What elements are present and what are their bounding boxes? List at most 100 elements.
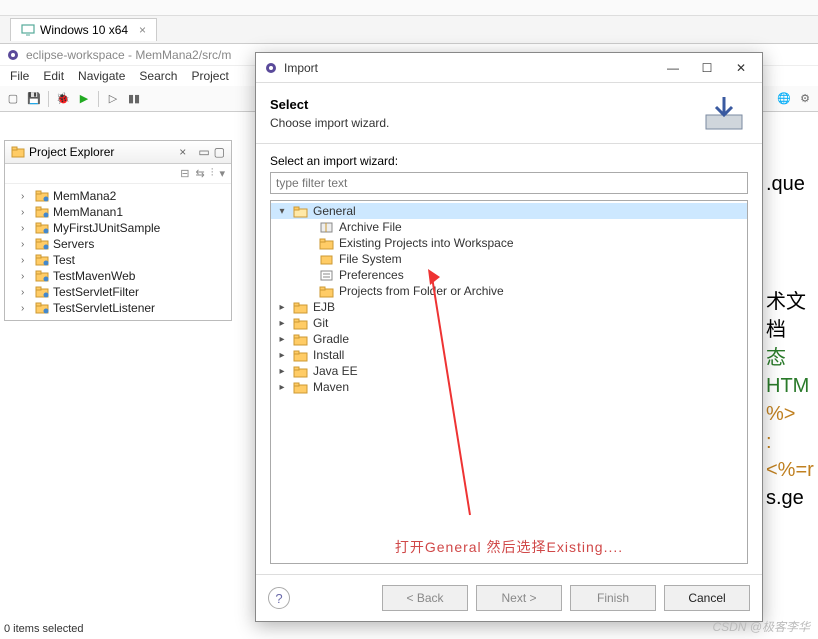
back-button[interactable]: < Back — [382, 585, 468, 611]
tree-item[interactable]: ▸Install — [271, 347, 747, 363]
run2-icon[interactable]: ▷ — [104, 90, 122, 108]
tree-item[interactable]: Projects from Folder or Archive — [271, 283, 747, 299]
project-icon — [35, 238, 49, 250]
filter-icon[interactable]: ⫶ — [211, 167, 214, 180]
project-icon — [35, 302, 49, 314]
filesystem-icon — [319, 253, 335, 266]
eclipse-icon — [264, 61, 278, 75]
eclipse-icon — [6, 48, 20, 62]
folder-icon — [293, 333, 309, 346]
cancel-button[interactable]: Cancel — [664, 585, 750, 611]
maximize-icon[interactable]: ▢ — [214, 145, 225, 159]
code-line: .que — [766, 170, 818, 198]
project-item[interactable]: › MemMana2 — [7, 188, 229, 204]
folder-icon — [293, 365, 309, 378]
tree-label: Existing Projects into Workspace — [339, 236, 514, 250]
project-item[interactable]: ›TestMavenWeb — [7, 268, 229, 284]
dialog-body: Select an import wizard: ▾GeneralArchive… — [256, 144, 762, 574]
filter-input[interactable] — [270, 172, 748, 194]
close-icon[interactable]: × — [179, 145, 186, 159]
project-label: MyFirstJUnitSample — [53, 221, 160, 235]
tree-label: EJB — [313, 300, 335, 314]
project-explorer-tab[interactable]: Project Explorer × ▭ ▢ — [5, 141, 231, 164]
stop-icon[interactable]: ▮▮ — [125, 90, 143, 108]
project-item[interactable]: ›Test — [7, 252, 229, 268]
project-item[interactable]: ›Servers — [7, 236, 229, 252]
close-icon[interactable]: × — [139, 23, 146, 37]
project-icon — [35, 270, 49, 282]
project-explorer-title: Project Explorer — [29, 145, 175, 159]
import-icon — [700, 93, 748, 133]
link-icon[interactable]: ⇆ — [196, 167, 205, 180]
code-line: s.ge — [766, 484, 818, 512]
tree-item[interactable]: Existing Projects into Workspace — [271, 235, 747, 251]
help-button[interactable]: ? — [268, 587, 290, 609]
chevron-right-icon: › — [21, 191, 31, 202]
vm-tab[interactable]: Windows 10 x64 × — [10, 18, 157, 41]
project-icon — [35, 254, 49, 266]
minimize-icon[interactable]: ▭ — [198, 145, 209, 159]
menu-navigate[interactable]: Navigate — [72, 67, 131, 85]
tree-item[interactable]: ▸Java EE — [271, 363, 747, 379]
dialog-titlebar[interactable]: Import — ☐ ✕ — [256, 53, 762, 83]
tree-item[interactable]: ▾General — [271, 203, 747, 219]
collapse-icon[interactable]: ⊟ — [180, 167, 189, 180]
menu-project[interactable]: Project — [185, 67, 234, 85]
tree-label: Gradle — [313, 332, 349, 346]
project-item[interactable]: ›TestServletListener — [7, 300, 229, 316]
project-item[interactable]: ›TestServletFilter — [7, 284, 229, 300]
tree-item[interactable]: ▸Git — [271, 315, 747, 331]
project-icon — [35, 286, 49, 298]
tree-item[interactable]: Preferences — [271, 267, 747, 283]
project-item[interactable]: ›MemManan1 — [7, 204, 229, 220]
perspective2-icon[interactable]: ⚙ — [796, 90, 814, 108]
project-icon — [35, 206, 49, 218]
maximize-button[interactable]: ☐ — [690, 56, 724, 80]
dialog-footer: ? < Back Next > Finish Cancel — [256, 574, 762, 621]
new-icon[interactable]: ▢ — [4, 90, 22, 108]
chevron-right-icon: › — [21, 303, 31, 314]
watermark: CSDN @极客李华 — [712, 618, 810, 635]
project-label: TestServletFilter — [53, 285, 139, 299]
tree-label: Preferences — [339, 268, 404, 282]
tree-item[interactable]: ▸ Gradle — [271, 331, 747, 347]
tree-item[interactable]: File System — [271, 251, 747, 267]
archive-icon — [319, 221, 335, 234]
folder-icon — [319, 285, 335, 298]
tree-label: Maven — [313, 380, 349, 394]
chevron-right-icon: ▸ — [275, 334, 289, 345]
next-button[interactable]: Next > — [476, 585, 562, 611]
tree-item[interactable]: ▸Maven — [271, 379, 747, 395]
debug-icon[interactable]: 🐞 — [54, 90, 72, 108]
project-tree[interactable]: › MemMana2›MemManan1 › MyFirstJUnitSample›S… — [5, 184, 231, 320]
close-button[interactable]: ✕ — [724, 56, 758, 80]
project-icon — [35, 190, 49, 202]
project-explorer-view: Project Explorer × ▭ ▢ ⊟ ⇆ ⫶ ▾ › MemMana2… — [4, 140, 232, 321]
tree-item[interactable]: Archive File — [271, 219, 747, 235]
wizard-tree[interactable]: ▾GeneralArchive FileExisting Projects in… — [270, 200, 748, 564]
vm-tab-bar: Windows 10 x64 × — [0, 16, 818, 44]
minimize-button[interactable]: — — [656, 56, 690, 80]
menu-icon[interactable]: ▾ — [219, 167, 225, 180]
tree-item[interactable]: ▸ EJB — [271, 299, 747, 315]
chevron-right-icon: › — [21, 271, 31, 282]
chevron-right-icon: › — [21, 223, 31, 234]
menu-edit[interactable]: Edit — [37, 67, 70, 85]
preferences-icon — [319, 269, 335, 282]
save-icon[interactable]: 💾 — [25, 90, 43, 108]
perspective-icon[interactable]: 🌐 — [775, 90, 793, 108]
menu-search[interactable]: Search — [133, 67, 183, 85]
folder-icon — [293, 205, 309, 218]
tree-label: Java EE — [313, 364, 358, 378]
project-item[interactable]: › MyFirstJUnitSample — [7, 220, 229, 236]
chevron-right-icon: ▸ — [275, 302, 289, 313]
project-label: MemMana2 — [53, 189, 116, 203]
chevron-right-icon: ▸ — [275, 318, 289, 329]
menu-file[interactable]: File — [4, 67, 35, 85]
finish-button[interactable]: Finish — [570, 585, 656, 611]
eclipse-title-text: eclipse-workspace - MemMana2/src/m — [26, 48, 231, 62]
tree-label: File System — [339, 252, 402, 266]
run-icon[interactable]: ▶ — [75, 90, 93, 108]
project-explorer-icon — [11, 146, 25, 158]
code-line: 术文档 — [766, 288, 818, 344]
